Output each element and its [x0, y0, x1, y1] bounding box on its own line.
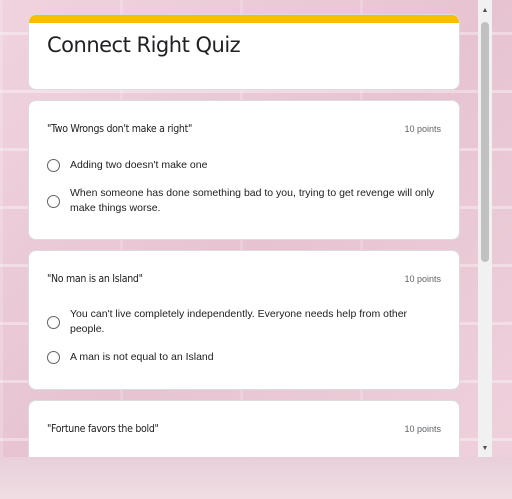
question-title: "No man is an Island" — [47, 273, 143, 285]
question-points: 10 points — [404, 124, 441, 134]
form-viewport: Connect Right Quiz "Two Wrongs don't mak… — [0, 0, 478, 457]
vertical-scrollbar[interactable]: ▲ ▼ — [478, 0, 492, 457]
option-row[interactable]: Adding two doesn't make one — [47, 158, 437, 173]
question-title: "Fortune favors the bold" — [47, 423, 159, 435]
radio-button[interactable] — [47, 194, 60, 208]
option-row[interactable]: A man is not equal to an Island — [47, 350, 437, 365]
triangle-up-icon[interactable]: ▲ — [478, 4, 492, 18]
radio-button[interactable] — [47, 351, 60, 364]
question-title: "Two Wrongs don't make a right" — [47, 123, 193, 135]
triangle-down-icon[interactable]: ▼ — [478, 442, 492, 456]
option-label: When someone has done something bad to y… — [70, 187, 435, 214]
question-card-3: "Fortune favors the bold" 10 points — [28, 400, 460, 457]
option-label: You can't live completely independently.… — [70, 308, 408, 335]
option-row[interactable]: When someone has done something bad to y… — [47, 186, 437, 216]
radio-button[interactable] — [47, 315, 60, 329]
scrollbar-thumb[interactable] — [481, 22, 489, 262]
option-label: A man is not equal to an Island — [70, 351, 214, 363]
option-row[interactable]: You can't live completely independently.… — [47, 307, 437, 337]
question-card-2: "No man is an Island" 10 points You can'… — [28, 250, 460, 390]
page-background-bottom — [0, 457, 512, 499]
question-points: 10 points — [404, 274, 441, 284]
question-card-1: "Two Wrongs don't make a right" 10 point… — [28, 100, 460, 240]
form-title-card: Connect Right Quiz — [28, 14, 460, 90]
question-points: 10 points — [404, 424, 441, 434]
radio-button[interactable] — [47, 159, 60, 172]
title-accent-bar — [29, 15, 459, 23]
form-title: Connect Right Quiz — [47, 33, 241, 57]
option-label: Adding two doesn't make one — [70, 159, 208, 171]
